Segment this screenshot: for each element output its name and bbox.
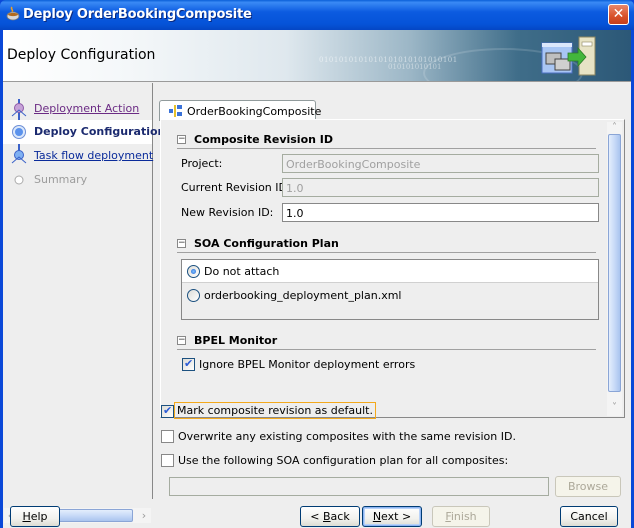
step-deploy-configuration[interactable]: Deploy Configuration [3,120,165,144]
radio-button[interactable] [187,265,200,278]
use-plan-checkbox[interactable] [161,454,174,467]
vertical-scrollbar[interactable]: ˄ ˅ [607,122,622,416]
title-bar[interactable]: Deploy OrderBookingComposite ✕ [0,0,634,30]
new-revision-label: New Revision ID: [181,206,274,219]
mark-default-label[interactable]: Mark composite revision as default. [174,402,376,419]
use-plan-label[interactable]: Use the following SOA configuration plan… [178,454,508,467]
tab-panel: − Composite Revision ID Project: OrderBo… [160,119,625,418]
window-title: Deploy OrderBookingComposite [23,7,252,22]
collapse-icon[interactable]: − [177,336,186,345]
wizard-banner: Deploy Configuration 0101010101010101010… [3,30,631,82]
step-label[interactable]: Task flow deployment [34,149,153,162]
dialog-body: Deploy Configuration 0101010101010101010… [3,30,631,528]
close-button[interactable]: ✕ [608,4,629,25]
finish-label: inish [450,510,477,523]
radio-label[interactable]: orderbooking_deployment_plan.xml [204,289,401,302]
help-mnemonic: H [22,510,31,523]
section-title: Composite Revision ID [194,133,334,146]
help-label: elp [30,510,48,523]
radio-do-not-attach[interactable]: Do not attach [182,260,598,283]
radio-deployment-plan[interactable]: orderbooking_deployment_plan.xml [182,284,598,307]
scroll-thumb[interactable] [608,134,621,392]
project-field: OrderBookingComposite [282,154,599,173]
back-prefix: < [310,510,323,523]
tab-label: OrderBookingComposite [187,105,322,118]
section-divider [177,349,596,350]
section-composite-revision: − Composite Revision ID [177,132,596,149]
browse-button: Browse [555,476,621,497]
collapse-icon[interactable]: − [177,135,186,144]
page-title: Deploy Configuration [7,47,156,63]
overwrite-label[interactable]: Overwrite any existing composites with t… [178,430,516,443]
tab-order-booking-composite[interactable]: OrderBookingComposite [159,100,321,121]
ignore-bpel-errors-checkbox[interactable] [182,357,195,371]
plan-path-input [169,477,549,496]
scroll-right-icon[interactable]: › [138,508,150,523]
step-label: Summary [34,173,88,186]
radio-button[interactable] [187,289,200,302]
close-icon: ✕ [612,6,625,22]
next-mnemonic: N [372,510,382,523]
step-done-icon [11,103,27,117]
section-divider [177,252,596,253]
coffee-cup-icon [6,6,20,21]
ignore-bpel-errors-label[interactable]: Ignore BPEL Monitor deployment errors [199,358,415,371]
step-label[interactable]: Deployment Action [34,102,139,115]
next-label: ext > [381,510,412,523]
scroll-up-icon[interactable]: ˄ [607,122,622,134]
deploy-to-server-icon [541,36,596,76]
banner-binary-text-2: 010101010101 [388,63,442,71]
section-bpel-monitor: − BPEL Monitor [177,333,596,350]
help-button[interactable]: Help [10,506,60,527]
step-next-icon [11,150,27,164]
section-title: BPEL Monitor [194,334,278,347]
current-revision-label: Current Revision ID: [181,181,291,194]
step-deployment-action[interactable]: Deployment Action [3,97,152,121]
back-button[interactable]: < Back [300,506,360,527]
step-current-icon [12,125,26,139]
step-task-flow-deployment[interactable]: Task flow deployment [3,144,153,168]
step-summary: Summary [3,168,152,192]
deploy-dialog: Deploy OrderBookingComposite ✕ Deploy Co… [0,0,634,528]
collapse-icon[interactable]: − [177,239,186,248]
section-divider [177,148,596,149]
mark-default-checkbox[interactable] [161,404,174,418]
section-title: SOA Configuration Plan [194,237,339,250]
wizard-steps-panel: Deployment Action Deploy Configuration T… [3,83,165,523]
project-label: Project: [181,157,223,170]
scroll-down-icon[interactable]: ˅ [607,402,622,414]
soa-plan-options: Do not attach orderbooking_deployment_pl… [181,259,599,320]
new-revision-input[interactable]: 1.0 [282,203,599,222]
composite-icon [169,105,182,117]
finish-button: Finish [432,506,490,527]
overwrite-checkbox[interactable] [161,430,174,443]
back-label: ack [330,510,350,523]
step-pending-icon [14,175,24,185]
step-label[interactable]: Deploy Configuration [34,125,165,138]
radio-label[interactable]: Do not attach [204,265,279,278]
cancel-button[interactable]: Cancel [560,506,618,527]
section-soa-configuration-plan: − SOA Configuration Plan [177,236,596,253]
back-mnemonic: B [323,510,331,523]
next-button[interactable]: Next > [362,506,422,527]
current-revision-field: 1.0 [282,178,599,197]
